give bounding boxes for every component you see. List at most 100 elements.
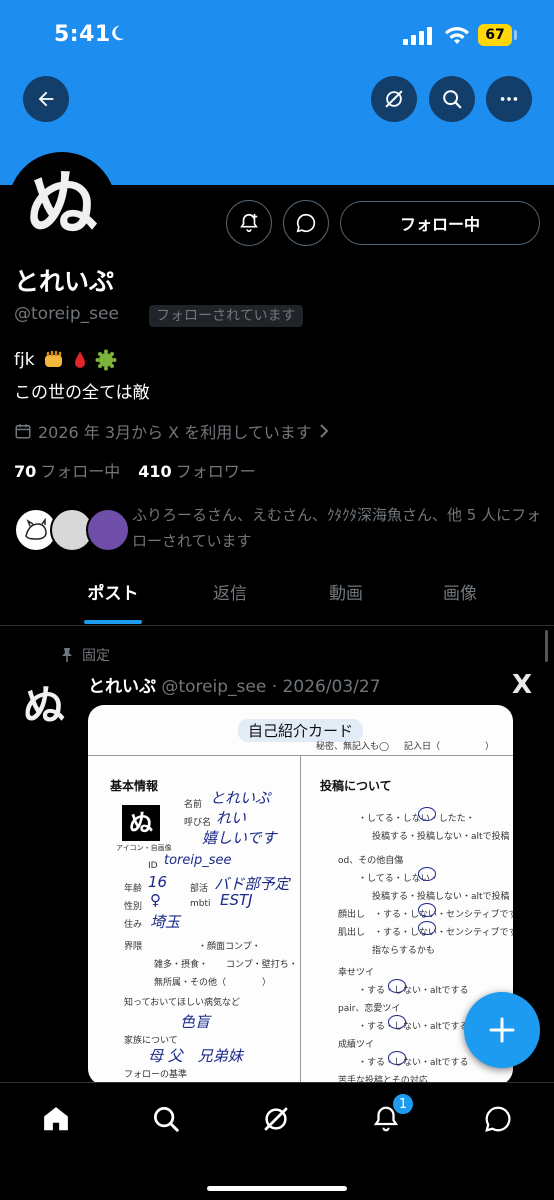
card-posts-line-5: 幸せツイ	[338, 968, 375, 978]
post-author-avatar[interactable]: ぬ	[14, 672, 74, 732]
card-divider	[300, 755, 301, 1085]
virus-emoji-icon	[95, 349, 117, 371]
tab-posts[interactable]: ポスト	[54, 572, 172, 624]
profile-avatar[interactable]: ぬ	[8, 152, 116, 260]
card-id-value: toreip_see	[164, 853, 232, 868]
display-name: とれいぷ	[14, 267, 115, 296]
plus-icon	[489, 1017, 515, 1043]
following-label: フォロー中	[40, 462, 121, 481]
following-button[interactable]: フォロー中	[340, 201, 540, 245]
card-posts-line-6: pair、恋愛ツイ	[338, 1004, 401, 1014]
card-illness-value: 色盲	[180, 1013, 211, 1031]
bottom-navigation: 1	[0, 1082, 554, 1200]
card-gender-value: ♀	[150, 891, 161, 909]
chat-bubble-icon	[485, 1106, 511, 1132]
joined-text: 2026 年 3月から X を利用しています	[38, 423, 312, 442]
post-date: · 2026/03/27	[271, 677, 381, 697]
grok-button[interactable]	[371, 76, 417, 122]
card-follow-rule-label: フォローの基準	[124, 1070, 188, 1080]
card-section-basic: 基本情報	[110, 779, 159, 793]
wifi-icon	[445, 27, 469, 44]
card-posts-line-7: 成績ツイ	[338, 1040, 375, 1050]
card-posts-line-7a: ・する・しない・altでする	[358, 1058, 469, 1068]
home-indicator[interactable]	[207, 1186, 347, 1191]
handwritten-circle-mark	[388, 1015, 406, 1029]
pinned-text: 固定	[82, 648, 110, 664]
grok-icon	[385, 90, 403, 108]
fist-emoji-icon	[44, 350, 62, 367]
nav-search[interactable]	[146, 1099, 186, 1139]
card-live-value: 埼玉	[150, 913, 181, 931]
back-button[interactable]	[23, 76, 69, 122]
battery-tip	[514, 30, 517, 40]
mutual-avatar-3	[86, 508, 130, 552]
nav-home[interactable]	[36, 1099, 76, 1139]
search-button[interactable]	[429, 76, 475, 122]
nav-grok[interactable]	[256, 1099, 296, 1139]
card-date-label: 記入日（ ）	[404, 742, 495, 752]
card-callname-value: れい	[216, 809, 247, 827]
nav-messages[interactable]	[478, 1099, 518, 1139]
card-illness-label: 知っておいてほしい病気など	[124, 998, 241, 1008]
mutual-followers-text[interactable]: ふりろーるさん、えむさん、ｸﾀｸﾀ深海魚さん、他 5 人にフォローされています	[132, 502, 542, 554]
card-live-label: 住み	[124, 920, 143, 930]
post-header: とれいぷ @toreip_see · 2026/03/27	[88, 672, 381, 697]
card-realm-label: 界隈	[124, 942, 143, 952]
card-club-label: 部活	[190, 884, 209, 894]
bio-text: fjk	[14, 350, 35, 370]
profile-tabs: ポスト 返信 動画 画像	[0, 572, 554, 626]
compose-post-button[interactable]	[464, 992, 540, 1068]
card-icon-caption: アイコン・自画像	[116, 844, 172, 852]
card-posts-line-2: od、その他自傷	[338, 856, 404, 866]
followers-count: 410	[138, 462, 172, 481]
grok-icon	[264, 1107, 288, 1131]
follows-you-badge: フォローされています	[149, 305, 303, 327]
pin-icon	[62, 648, 72, 662]
chat-bubble-icon	[296, 213, 316, 233]
post-avatar-glyph: ぬ	[22, 680, 65, 730]
handwritten-circle-mark	[418, 903, 436, 917]
card-realm-line-3: 無所属・その他（ ）	[154, 978, 272, 988]
card-family-value: 母 父 兄弟妹	[148, 1047, 243, 1065]
card-icon-image: ぬ	[122, 805, 160, 841]
card-callname-value-2: 嬉しいです	[202, 829, 277, 847]
notify-button[interactable]	[226, 200, 272, 246]
moon-icon	[112, 25, 125, 41]
card-posts-line-1: ・してる・しない・したた・	[358, 814, 475, 824]
tab-videos[interactable]: 動画	[288, 572, 404, 624]
post-image[interactable]: 自己紹介カード 秘密、無記入も◯ 記入日（ ） 基本情報 名前 とれいぷ 呼び名…	[88, 705, 513, 1085]
handwritten-circle-mark	[418, 867, 436, 881]
post-author-name[interactable]: とれいぷ	[88, 677, 156, 697]
more-dots-icon	[500, 97, 518, 101]
followers-count-link[interactable]: 410 フォロワー	[138, 458, 255, 482]
handwritten-circle-mark	[418, 921, 436, 935]
card-name-value: とれいぷ	[210, 789, 271, 807]
arrow-left-icon	[38, 91, 54, 107]
card-posts-line-4b: 指ならするかも	[372, 946, 435, 956]
card-gender-label: 性別	[124, 902, 143, 912]
card-posts-line-1b: 投稿する・投稿しない・altで投稿	[372, 832, 510, 842]
following-count-link[interactable]: 70 フォロー中	[14, 458, 120, 482]
pinned-label: 固定	[60, 645, 110, 665]
joined-date[interactable]: 2026 年 3月から X を利用しています	[14, 419, 330, 443]
card-subtitle: 秘密、無記入も◯	[316, 742, 390, 752]
x-logo-icon: X	[512, 670, 533, 700]
card-name-label: 名前	[184, 800, 203, 810]
scrollbar[interactable]	[545, 630, 548, 662]
tab-replies[interactable]: 返信	[172, 572, 288, 624]
card-section-posts: 投稿について	[320, 779, 392, 793]
more-options-button[interactable]	[486, 76, 532, 122]
card-age-value: 16	[148, 873, 168, 891]
post-author-handle[interactable]: @toreip_see	[161, 677, 266, 697]
tab-images[interactable]: 画像	[402, 572, 518, 624]
avatar-glyph: ぬ	[25, 162, 98, 246]
card-posts-line-2b: 投稿する・投稿しない・altで投稿	[372, 892, 510, 902]
status-bar: 5:41 67	[0, 0, 554, 72]
mutual-followers-avatars[interactable]	[14, 508, 134, 554]
search-icon	[154, 1107, 179, 1132]
message-button[interactable]	[283, 200, 329, 246]
bio-line-2: この世の全ては敵	[14, 383, 150, 403]
calendar-icon	[15, 424, 31, 439]
active-tab-indicator	[84, 620, 142, 624]
card-id-label: ID	[148, 861, 158, 871]
